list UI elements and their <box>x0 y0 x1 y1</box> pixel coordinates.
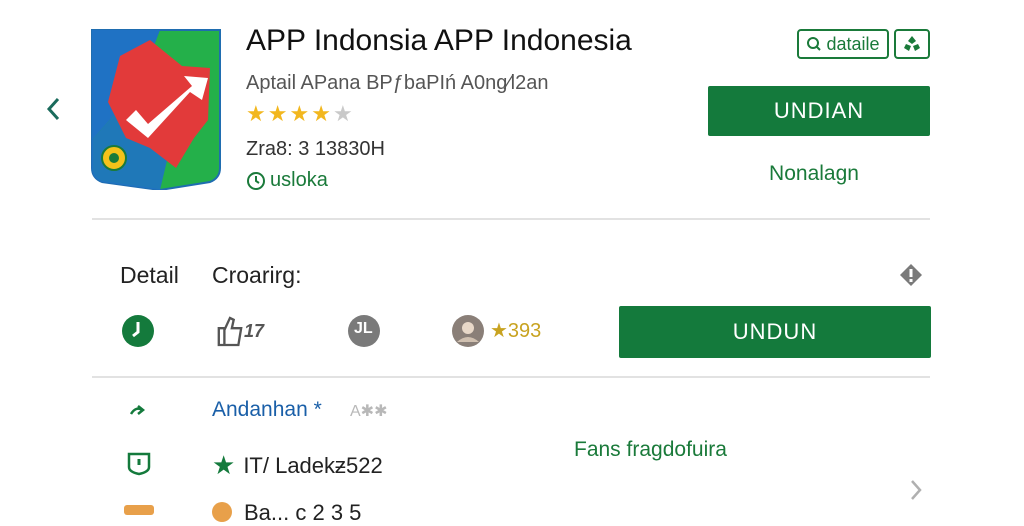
row-avatar-icon <box>212 502 232 522</box>
stat-avatar <box>450 313 486 349</box>
search-icon <box>807 37 822 51</box>
stat-clock <box>120 313 156 349</box>
arrow-icon <box>129 405 146 415</box>
app-size: Zra8: 3 13830H <box>246 138 385 160</box>
shield-icon <box>127 452 151 476</box>
top-actions: dataile <box>797 29 930 59</box>
row-icon-shield <box>124 448 154 478</box>
row-item: ★ IT/ Ladekƶ522 <box>212 450 383 481</box>
row-link[interactable]: Andanhan * <box>212 398 322 422</box>
app-icon <box>90 28 222 192</box>
thumbs-up-icon <box>217 316 243 347</box>
download-button[interactable]: UNDUN <box>619 306 931 358</box>
row-item-partial: Ba... c 2 3 5 <box>244 500 362 525</box>
star-empty-icon: ★ <box>332 101 353 126</box>
thumb-count: 17 <box>243 320 264 341</box>
next-button[interactable] <box>908 478 924 507</box>
developer-link[interactable]: usloka <box>246 169 328 192</box>
row-item-text: IT/ Ladekƶ522 <box>243 452 383 478</box>
star-rating: ★ ★ ★ ★ ★ <box>246 102 353 126</box>
install-button[interactable]: UNDIAN <box>708 86 930 136</box>
share-circle-text: JL <box>354 320 373 337</box>
info-button[interactable] <box>898 262 924 293</box>
stat-share: JL <box>346 313 382 349</box>
info-icon <box>900 264 922 286</box>
clock-icon <box>122 315 154 347</box>
divider <box>92 376 930 378</box>
secondary-link[interactable]: Nonalagn <box>708 162 920 186</box>
detail-heading: Detail <box>120 262 179 288</box>
star-icon: ★ <box>212 450 236 480</box>
chevron-left-icon <box>46 97 60 121</box>
developer-label: usloka <box>270 169 328 191</box>
detail-chip-label: dataile <box>826 33 880 54</box>
chevron-right-icon <box>911 480 922 500</box>
star-icon: ★ <box>267 101 288 126</box>
creator-label: Croarirg: <box>212 262 302 288</box>
app-subtitle: Aptail APana BPƒbaPIń A0ng∕l2an <box>246 72 549 94</box>
detail-chip[interactable]: dataile <box>797 29 889 59</box>
row-icon-partial <box>124 505 154 515</box>
share-icon <box>904 36 920 51</box>
row-faint-text: A✱✱ <box>350 403 388 420</box>
stat-thumbs: 17 <box>216 313 264 349</box>
divider <box>92 218 930 220</box>
row-icon-arrow <box>124 396 154 426</box>
share-button[interactable] <box>894 29 930 59</box>
star-icon: ★ <box>246 101 266 126</box>
rating-count: ★393 <box>490 320 542 342</box>
app-title: APP Indonsia APP Indonesia <box>246 24 632 57</box>
star-half-icon: ★ <box>311 101 331 126</box>
avatar-icon <box>452 315 484 347</box>
fans-link[interactable]: Fans fragdofuira <box>574 438 727 462</box>
verified-icon <box>247 171 265 190</box>
back-button[interactable] <box>40 93 66 125</box>
star-icon: ★ <box>289 101 310 126</box>
